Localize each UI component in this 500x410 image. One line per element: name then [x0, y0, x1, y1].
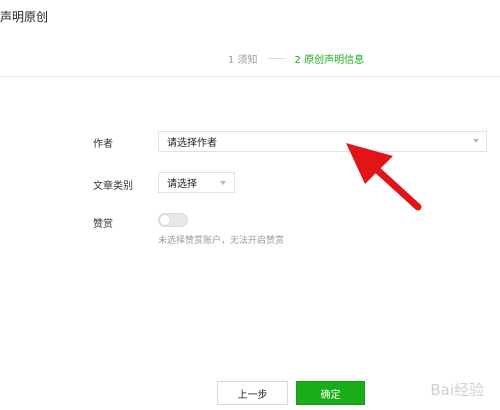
annotation-arrow-icon: [346, 143, 422, 211]
watermark: Bai经验: [430, 381, 484, 399]
